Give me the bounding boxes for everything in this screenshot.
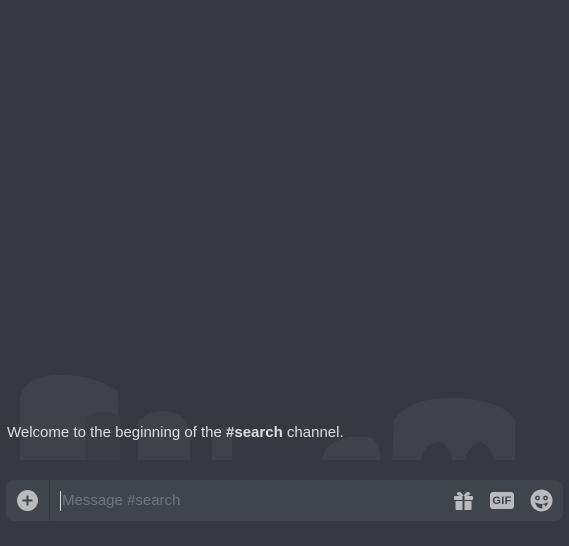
gift-icon <box>454 492 473 510</box>
welcome-suffix: channel. <box>282 424 344 441</box>
attach-button[interactable] <box>17 490 38 511</box>
message-input[interactable] <box>62 492 422 509</box>
message-composer: GIF <box>6 480 563 521</box>
text-caret <box>60 490 61 511</box>
emoji-icon <box>530 489 553 512</box>
attach-button-wrapper <box>6 480 50 521</box>
gift-button[interactable] <box>453 490 474 511</box>
gif-button[interactable]: GIF <box>490 492 514 509</box>
plus-circle-icon <box>22 495 33 506</box>
empty-channel-illustration <box>20 374 515 460</box>
welcome-prefix: Welcome to the beginning of the <box>7 424 227 441</box>
chat-pane: Welcome to the beginning of the #search … <box>0 0 569 546</box>
message-scroller[interactable]: Welcome to the beginning of the #search … <box>0 0 569 470</box>
composer-buttons: GIF <box>453 489 563 512</box>
welcome-channel-name: #search <box>226 424 283 441</box>
emoji-button[interactable] <box>530 489 553 512</box>
message-input-wrapper <box>50 480 453 521</box>
gif-icon: GIF <box>490 492 514 509</box>
channel-welcome-text: Welcome to the beginning of the #search … <box>7 424 344 441</box>
